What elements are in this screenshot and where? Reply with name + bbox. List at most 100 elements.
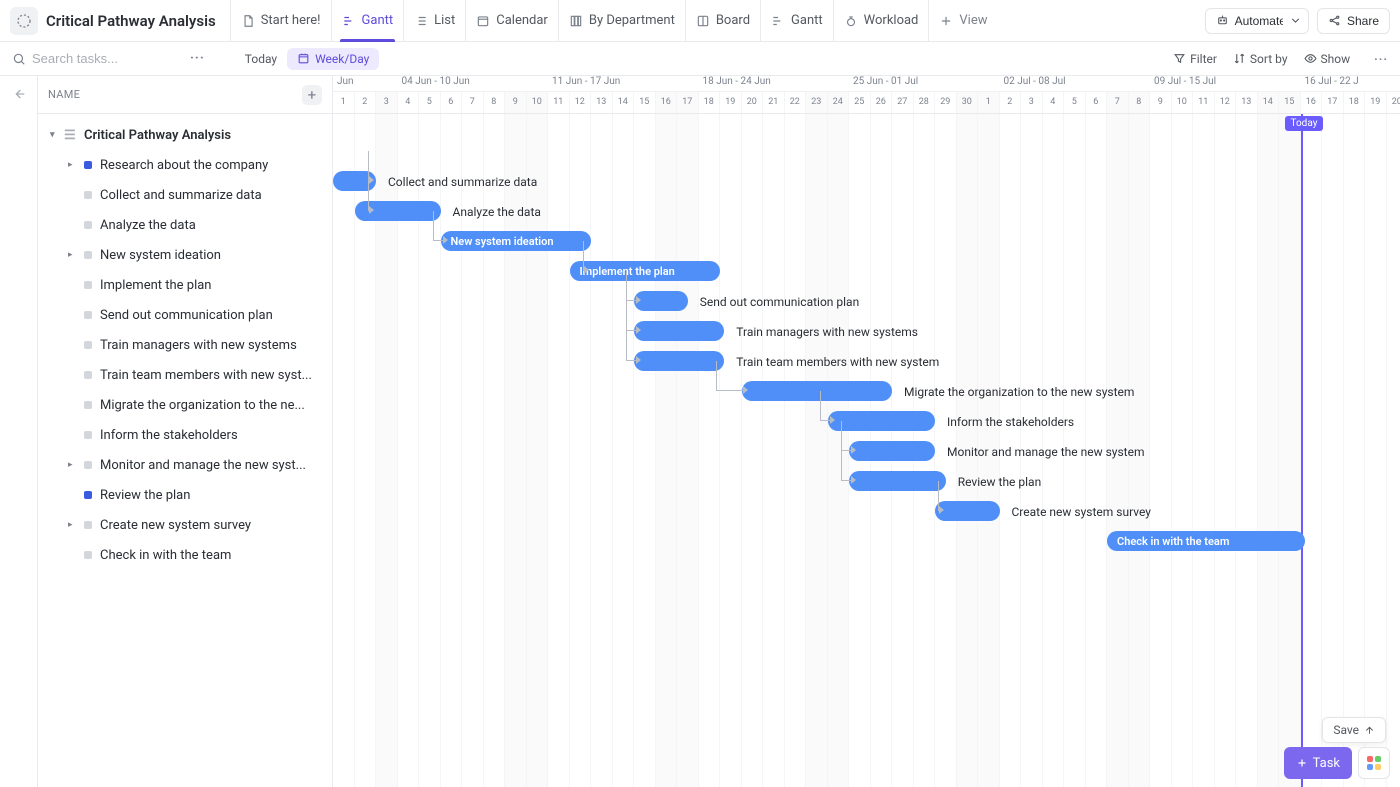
day-cell: 14 bbox=[1258, 92, 1280, 113]
day-cell: 6 bbox=[1086, 92, 1108, 113]
status-square bbox=[84, 341, 92, 349]
bar-label: Send out communication plan bbox=[700, 295, 859, 309]
gantt-bar[interactable] bbox=[849, 441, 935, 461]
task-row[interactable]: ▸Train team members with new syst... bbox=[40, 360, 326, 390]
day-cell: 2 bbox=[1000, 92, 1022, 113]
task-row[interactable]: ▸Train managers with new systems bbox=[40, 330, 326, 360]
task-sidebar: NAME + ▾☰Critical Pathway Analysis▸Resea… bbox=[38, 76, 333, 787]
gantt-bar[interactable]: New system ideation bbox=[441, 231, 592, 251]
task-row[interactable]: ▸Research about the company bbox=[40, 150, 326, 180]
day-cell: 7 bbox=[1107, 92, 1129, 113]
filter-button[interactable]: Filter bbox=[1173, 52, 1217, 66]
day-cell: 18 bbox=[1344, 92, 1366, 113]
day-cell: 8 bbox=[484, 92, 506, 113]
tab-gantt[interactable]: Gantt bbox=[331, 0, 404, 41]
bar-label: Migrate the organization to the new syst… bbox=[904, 385, 1134, 399]
day-cell: 8 bbox=[1129, 92, 1151, 113]
today-button[interactable]: Today bbox=[245, 52, 277, 66]
task-row[interactable]: ▸Inform the stakeholders bbox=[40, 420, 326, 450]
automate-dropdown-button[interactable] bbox=[1283, 8, 1309, 34]
gantt-bar[interactable] bbox=[634, 321, 724, 341]
bar-label: Inform the stakeholders bbox=[947, 415, 1074, 429]
tab-calendar[interactable]: Calendar bbox=[465, 0, 558, 41]
show-button[interactable]: Show bbox=[1304, 52, 1351, 66]
gantt-bar[interactable] bbox=[634, 351, 724, 371]
bar-label: Collect and summarize data bbox=[388, 175, 537, 189]
week-label: 04 Jun - 10 Jun bbox=[398, 76, 549, 91]
task-row[interactable]: ▸Send out communication plan bbox=[40, 300, 326, 330]
tab-board[interactable]: Board bbox=[685, 0, 760, 41]
task-row[interactable]: ▸Check in with the team bbox=[40, 540, 326, 570]
tab-label: List bbox=[434, 13, 455, 28]
bar-label: Check in with the team bbox=[1107, 535, 1239, 548]
apps-button[interactable] bbox=[1358, 747, 1390, 779]
task-row[interactable]: ▸Analyze the data bbox=[40, 210, 326, 240]
day-cell: 10 bbox=[527, 92, 549, 113]
toolbar-more-button[interactable]: ··· bbox=[1374, 52, 1388, 66]
day-cell: 29 bbox=[935, 92, 957, 113]
folder-row[interactable]: ▾☰Critical Pathway Analysis bbox=[40, 120, 326, 150]
gantt-bar[interactable] bbox=[849, 471, 946, 491]
gantt-bar[interactable] bbox=[634, 291, 688, 311]
tab-start-here-[interactable]: Start here! bbox=[230, 0, 331, 41]
task-label: New system ideation bbox=[100, 248, 221, 263]
status-square bbox=[84, 281, 92, 289]
week-label: 16 Jul - 22 J bbox=[1301, 76, 1400, 91]
task-row[interactable]: ▸Monitor and manage the new syst... bbox=[40, 450, 326, 480]
day-cell: 11 bbox=[548, 92, 570, 113]
folder-icon bbox=[10, 7, 38, 35]
tab-label: Board bbox=[716, 13, 750, 28]
tab-label: Calendar bbox=[496, 13, 548, 28]
day-cell: 16 bbox=[1301, 92, 1323, 113]
search-input[interactable] bbox=[32, 51, 172, 66]
task-row[interactable]: ▸Implement the plan bbox=[40, 270, 326, 300]
task-label: Train team members with new syst... bbox=[100, 368, 312, 383]
task-row[interactable]: ▸Create new system survey bbox=[40, 510, 326, 540]
automate-button[interactable]: Automate bbox=[1205, 8, 1291, 34]
day-cell: 30 bbox=[957, 92, 979, 113]
tab-workload[interactable]: Workload bbox=[833, 0, 929, 41]
day-cell: 1 bbox=[333, 92, 355, 113]
day-cell: 17 bbox=[1322, 92, 1344, 113]
sort-button[interactable]: Sort by bbox=[1233, 52, 1288, 66]
search-icon bbox=[12, 52, 26, 66]
dependency-line bbox=[626, 271, 636, 361]
collapse-sidebar-icon[interactable] bbox=[11, 86, 27, 102]
gantt-bar[interactable]: Implement the plan bbox=[570, 261, 721, 281]
tab-label: Start here! bbox=[261, 13, 321, 28]
toolbar: ··· Today Week/Day Filter Sort by Show ·… bbox=[0, 42, 1400, 76]
gantt-bar[interactable] bbox=[742, 381, 893, 401]
task-label: Analyze the data bbox=[100, 218, 196, 233]
add-view-button[interactable]: View bbox=[928, 0, 997, 41]
gantt-bar[interactable]: Check in with the team bbox=[1107, 531, 1305, 551]
collapse-column bbox=[0, 76, 38, 787]
share-button[interactable]: Share bbox=[1317, 8, 1390, 34]
task-label: Collect and summarize data bbox=[100, 188, 262, 203]
task-label: Implement the plan bbox=[100, 278, 211, 293]
tab-label: Gantt bbox=[791, 13, 823, 28]
task-row[interactable]: ▸Migrate the organization to the ne... bbox=[40, 390, 326, 420]
save-button[interactable]: Save bbox=[1322, 717, 1386, 743]
status-square bbox=[84, 311, 92, 319]
day-cell: 5 bbox=[1064, 92, 1086, 113]
task-label: Send out communication plan bbox=[100, 308, 273, 323]
tab-list[interactable]: List bbox=[403, 0, 465, 41]
tab-label: Gantt bbox=[362, 13, 394, 28]
scale-toggle[interactable]: Week/Day bbox=[287, 48, 379, 70]
new-task-button[interactable]: Task bbox=[1284, 747, 1352, 779]
add-task-column-button[interactable]: + bbox=[302, 85, 322, 105]
dependency-line bbox=[368, 181, 369, 211]
task-row[interactable]: ▸Review the plan bbox=[40, 480, 326, 510]
bar-label: Create new system survey bbox=[1012, 505, 1151, 519]
task-row[interactable]: ▸Collect and summarize data bbox=[40, 180, 326, 210]
dependency-line bbox=[716, 361, 743, 391]
task-row[interactable]: ▸New system ideation bbox=[40, 240, 326, 270]
status-square bbox=[84, 251, 92, 259]
more-menu-button[interactable]: ··· bbox=[190, 51, 205, 66]
gantt-area[interactable]: Jun04 Jun - 10 Jun11 Jun - 17 Jun18 Jun … bbox=[333, 76, 1400, 787]
gantt-bar[interactable] bbox=[935, 501, 1000, 521]
tab-gantt[interactable]: Gantt bbox=[760, 0, 833, 41]
tab-by-department[interactable]: By Department bbox=[558, 0, 685, 41]
day-cell: 19 bbox=[720, 92, 742, 113]
day-cell: 17 bbox=[677, 92, 699, 113]
